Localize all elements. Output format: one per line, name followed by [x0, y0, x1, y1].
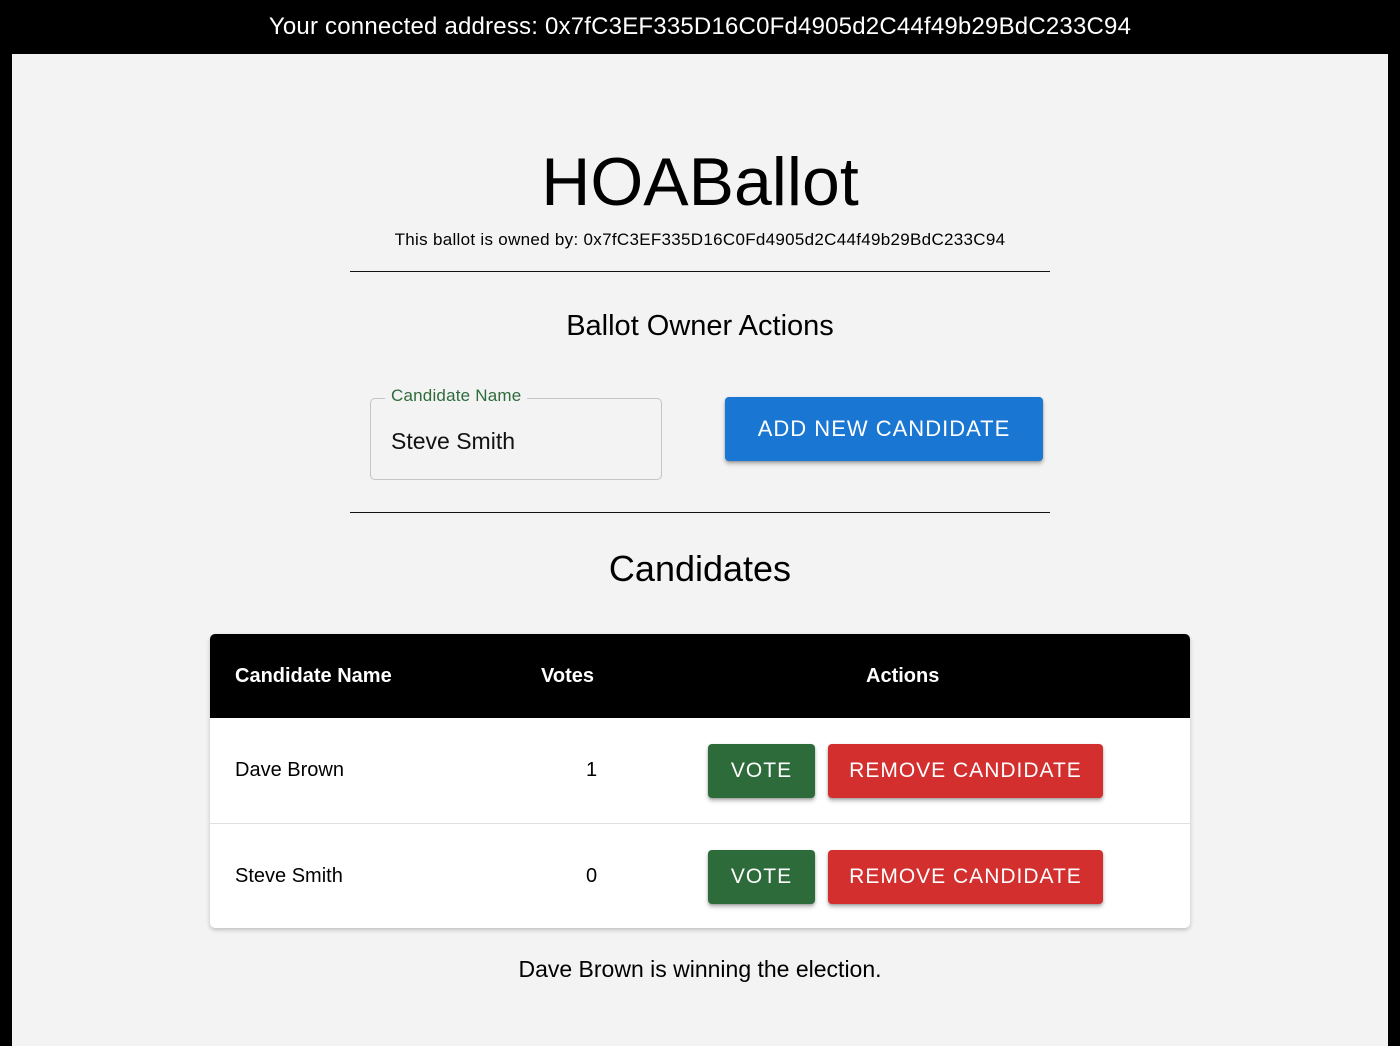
- votes-cell: 0: [586, 865, 598, 887]
- column-header-actions: Actions: [866, 665, 940, 687]
- candidates-table: Candidate Name Votes Actions Dave Brown …: [210, 634, 1190, 928]
- candidate-name-cell: Steve Smith: [235, 865, 343, 887]
- vote-button[interactable]: VOTE: [708, 744, 815, 798]
- candidate-name-field: Candidate Name: [370, 386, 662, 480]
- column-header-name: Candidate Name: [235, 665, 392, 687]
- table-header: Candidate Name Votes Actions: [210, 634, 1190, 718]
- remove-candidate-button[interactable]: REMOVE CANDIDATE: [828, 850, 1103, 904]
- table-row: Dave Brown 1 VOTE REMOVE CANDIDATE: [210, 718, 1190, 823]
- vote-button[interactable]: VOTE: [708, 850, 815, 904]
- candidate-name-input[interactable]: [371, 399, 661, 479]
- divider-bottom: [350, 512, 1050, 513]
- table-row: Steve Smith 0 VOTE REMOVE CANDIDATE: [210, 823, 1190, 928]
- votes-cell: 1: [586, 759, 598, 781]
- divider-top: [350, 271, 1050, 272]
- column-header-votes: Votes: [541, 665, 594, 687]
- app-title: HOABallot: [541, 144, 859, 220]
- owner-actions-heading: Ballot Owner Actions: [566, 310, 834, 342]
- connected-address-bar: Your connected address: 0x7fC3EF335D16C0…: [0, 0, 1400, 54]
- candidate-name-cell: Dave Brown: [235, 759, 344, 781]
- election-status-text: Dave Brown is winning the election.: [518, 956, 882, 982]
- candidates-heading: Candidates: [608, 548, 792, 589]
- add-new-candidate-button[interactable]: ADD NEW CANDIDATE: [725, 397, 1043, 461]
- remove-candidate-button[interactable]: REMOVE CANDIDATE: [828, 744, 1103, 798]
- app-window: HOABallot This ballot is owned by: 0x7fC…: [12, 54, 1388, 1046]
- connected-address-text: Your connected address: 0x7fC3EF335D16C0…: [268, 13, 1132, 40]
- ballot-owner-text: This ballot is owned by: 0x7fC3EF335D16C…: [394, 230, 1006, 249]
